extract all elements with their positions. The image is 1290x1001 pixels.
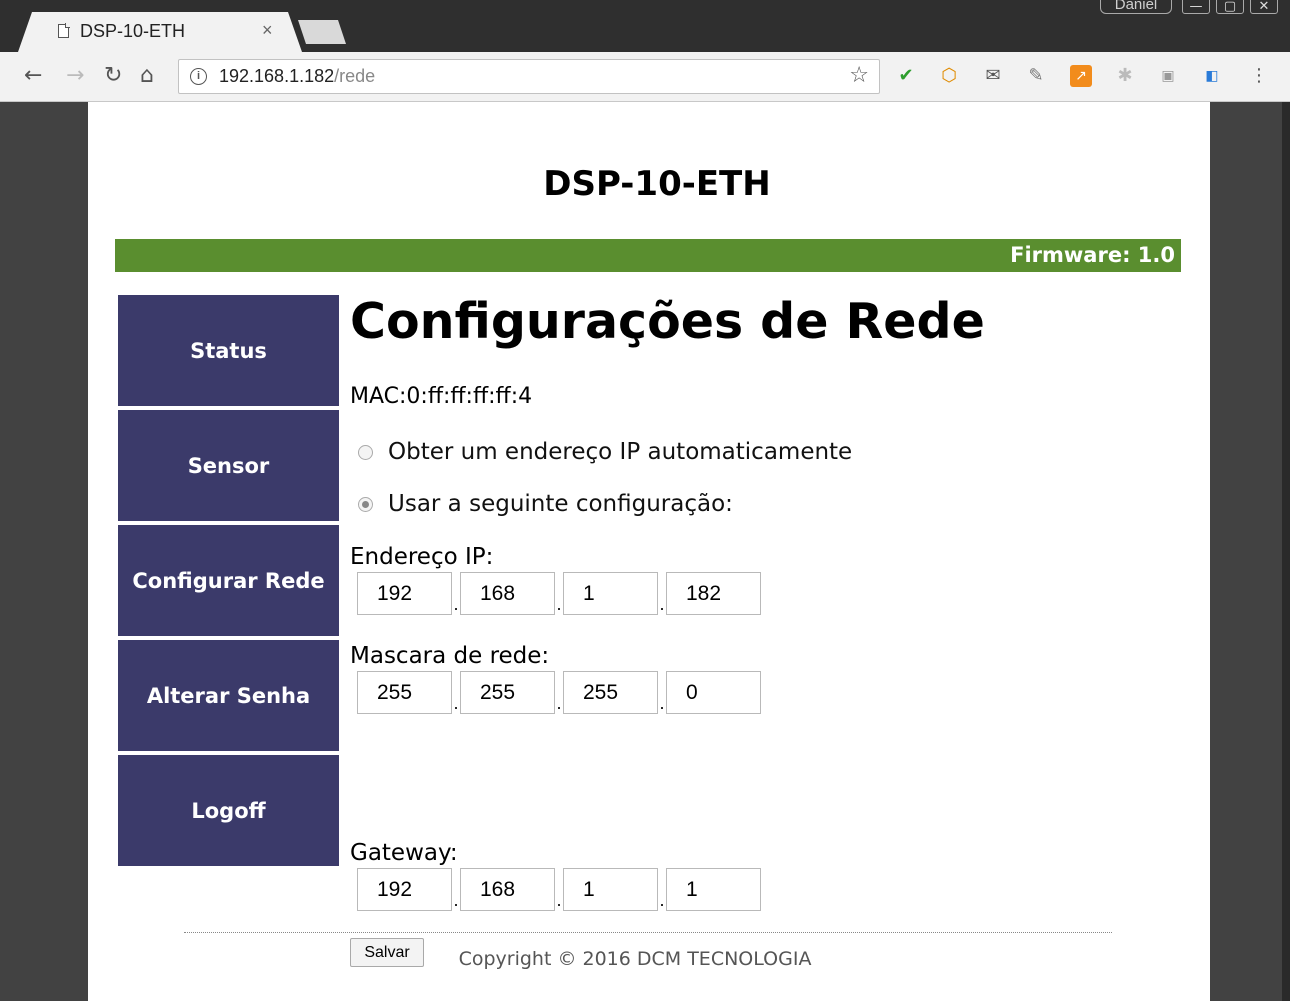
radio-row-manual[interactable]: Usar a seguinte configuração:: [358, 491, 733, 517]
ip-label: Endereço IP:: [350, 544, 494, 570]
page-margin-right: [1210, 102, 1290, 1001]
mask-octet-4[interactable]: 0: [666, 671, 761, 714]
info-icon[interactable]: i: [190, 68, 207, 85]
footer-divider: [184, 932, 1112, 933]
dot-separator: .: [659, 693, 665, 713]
download-extension-icon[interactable]: ▣: [1157, 65, 1179, 87]
menu-item-alterar-senha[interactable]: Alterar Senha: [118, 640, 339, 751]
dot-separator: .: [453, 890, 459, 910]
device-title: DSP-10-ETH: [543, 164, 771, 204]
menu-dots-icon[interactable]: ⋮: [1248, 65, 1270, 87]
dot-separator: .: [659, 594, 665, 614]
subnet-mask-fields: 255 . 255 . 255 . 0: [357, 671, 761, 714]
profile-button[interactable]: Daniel: [1100, 0, 1172, 14]
window-edge: [1282, 102, 1290, 1001]
firmware-version: Firmware: 1.0: [1010, 243, 1175, 267]
ip-octet-1[interactable]: 192: [357, 572, 452, 615]
firmware-bar: Firmware: 1.0: [115, 239, 1181, 272]
menu-item-status[interactable]: Status: [118, 295, 339, 406]
url-host: 192.168.1.182: [219, 66, 335, 86]
network-settings-form: Configurações de Rede MAC:0:ff:ff:ff:ff:…: [350, 292, 1170, 967]
ip-address-fields: 192 . 168 . 1 . 182: [357, 572, 761, 615]
gateway-octet-1[interactable]: 192: [357, 868, 452, 911]
browser-tab[interactable]: DSP-10-ETH ×: [18, 12, 302, 52]
menu-item-configurar-rede[interactable]: Configurar Rede: [118, 525, 339, 636]
side-menu: Status Sensor Configurar Rede Alterar Se…: [118, 295, 339, 870]
dot-separator: .: [556, 594, 562, 614]
web-page: DSP-10-ETH Firmware: 1.0 Status Sensor C…: [88, 102, 1210, 1001]
menu-item-logoff[interactable]: Logoff: [118, 755, 339, 866]
pen-extension-icon[interactable]: ✎: [1025, 65, 1047, 87]
mask-octet-2[interactable]: 255: [460, 671, 555, 714]
url-text[interactable]: 192.168.1.182/rede: [219, 66, 375, 87]
bookmark-star-icon[interactable]: ☆: [849, 63, 869, 88]
new-tab-button[interactable]: [298, 20, 346, 44]
ip-octet-4[interactable]: 182: [666, 572, 761, 615]
mask-octet-3[interactable]: 255: [563, 671, 658, 714]
maximize-icon[interactable]: ▢: [1216, 0, 1244, 14]
ip-octet-2[interactable]: 168: [460, 572, 555, 615]
tab-title: DSP-10-ETH: [80, 21, 186, 41]
document-icon: [58, 23, 70, 38]
dot-separator: .: [556, 693, 562, 713]
dot-separator: .: [659, 890, 665, 910]
home-icon[interactable]: ⌂: [140, 61, 154, 91]
hexagon-extension-icon[interactable]: ⬡: [938, 65, 960, 87]
mac-address: MAC:0:ff:ff:ff:ff:4: [350, 384, 533, 409]
radio-auto-label: Obter um endereço IP automaticamente: [388, 439, 853, 465]
back-arrow-icon[interactable]: ←: [24, 61, 42, 91]
copyright-text: Copyright © 2016 DCM TECNOLOGIA: [458, 948, 812, 970]
reload-icon[interactable]: ↻: [104, 61, 122, 91]
url-path: /rede: [334, 66, 376, 86]
gateway-octet-4[interactable]: 1: [666, 868, 761, 911]
radio-manual-ip[interactable]: [358, 496, 373, 512]
browser-titlebar: DSP-10-ETH × Daniel — ▢ ✕: [0, 0, 1290, 52]
page-title: Configurações de Rede: [350, 293, 985, 350]
browser-toolbar: ← → ↻ ⌂ i 192.168.1.182/rede ☆ ✔ ⬡ ✉ ✎ ↗…: [0, 52, 1290, 102]
checkmark-extension-icon[interactable]: ✔: [895, 65, 917, 87]
dot-separator: .: [556, 890, 562, 910]
radio-manual-label: Usar a seguinte configuração:: [388, 491, 733, 517]
b-extension-icon[interactable]: ◧: [1201, 65, 1223, 87]
pin-extension-icon[interactable]: ✱: [1114, 65, 1136, 87]
menu-item-sensor[interactable]: Sensor: [118, 410, 339, 521]
minimize-icon[interactable]: —: [1182, 0, 1210, 14]
tab-close-icon[interactable]: ×: [262, 20, 273, 41]
gateway-fields: 192 . 168 . 1 . 1: [357, 868, 761, 911]
dot-separator: .: [453, 594, 459, 614]
radio-auto-ip[interactable]: [358, 444, 373, 460]
mail-extension-icon[interactable]: ✉: [982, 65, 1004, 87]
radio-row-auto[interactable]: Obter um endereço IP automaticamente: [358, 439, 852, 465]
address-bar[interactable]: i 192.168.1.182/rede ☆: [178, 59, 880, 94]
mask-label: Mascara de rede:: [350, 643, 550, 669]
page-margin-left: [0, 102, 88, 1001]
chart-extension-icon[interactable]: ↗: [1070, 65, 1092, 87]
dot-separator: .: [453, 693, 459, 713]
forward-arrow-icon[interactable]: →: [66, 61, 84, 91]
gateway-octet-3[interactable]: 1: [563, 868, 658, 911]
gateway-octet-2[interactable]: 168: [460, 868, 555, 911]
gateway-label: Gateway:: [350, 840, 458, 866]
mask-octet-1[interactable]: 255: [357, 671, 452, 714]
ip-octet-3[interactable]: 1: [563, 572, 658, 615]
close-window-icon[interactable]: ✕: [1250, 0, 1278, 14]
